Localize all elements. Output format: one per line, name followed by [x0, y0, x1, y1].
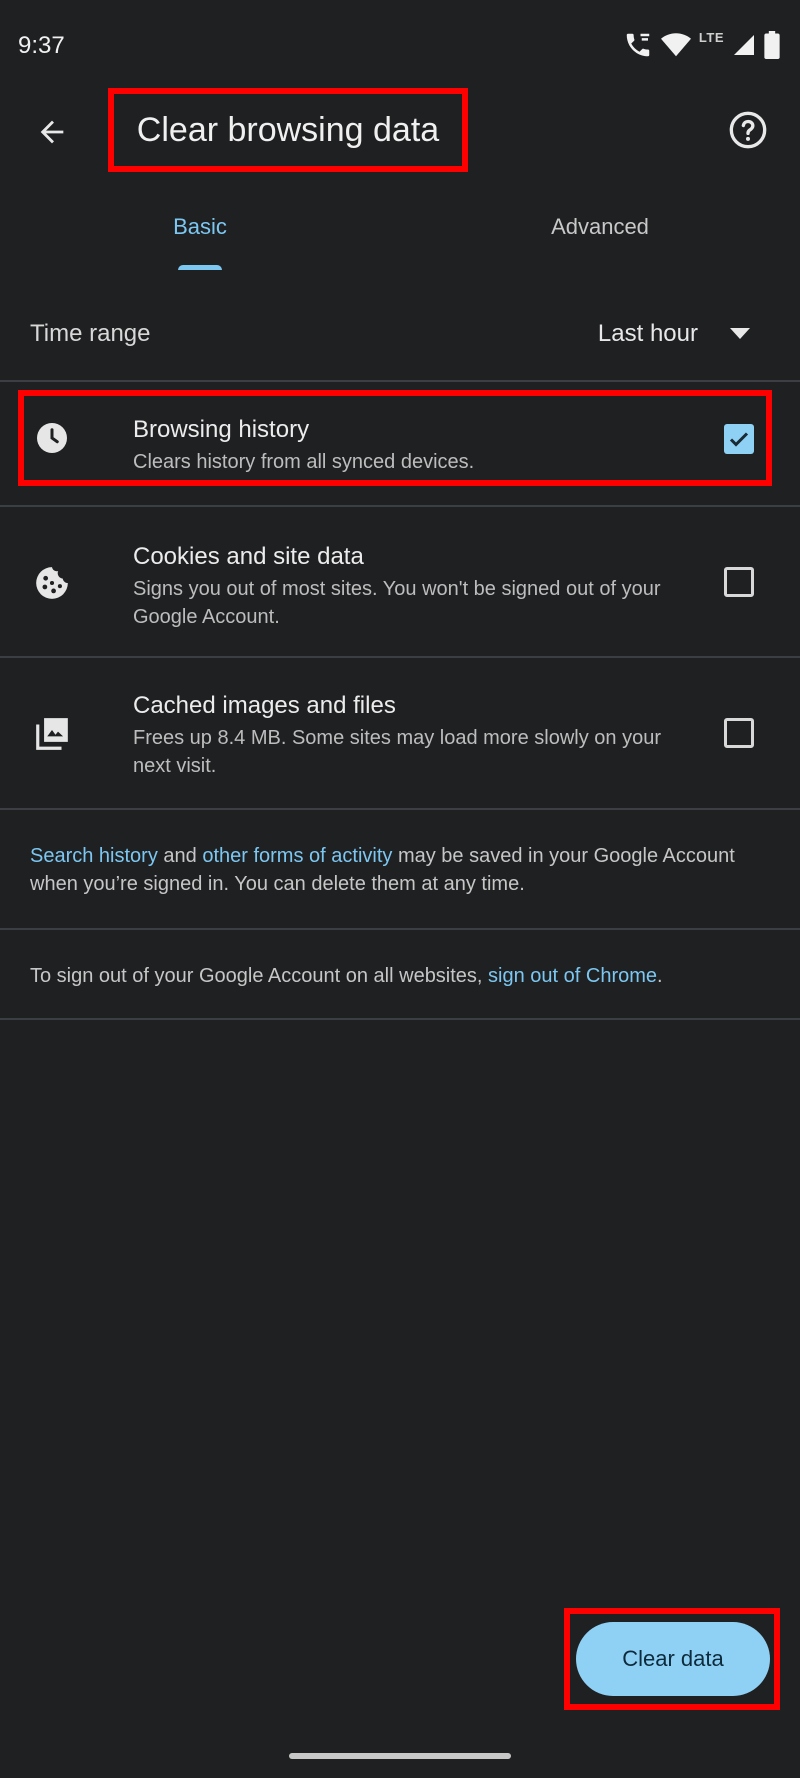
other-activity-link[interactable]: other forms of activity — [202, 845, 392, 867]
title-highlight-box: Clear browsing data — [108, 88, 468, 172]
browsing-history-checkbox[interactable] — [724, 424, 754, 454]
option-subtitle: Frees up 8.4 MB. Some sites may load mor… — [133, 727, 661, 777]
wifi-icon — [660, 31, 691, 59]
time-range-row: Time range Last hour — [0, 290, 800, 380]
images-icon — [32, 714, 72, 754]
info-text: and — [157, 845, 203, 867]
tab-basic-label: Basic — [173, 214, 227, 239]
page-title: Clear browsing data — [136, 110, 440, 149]
home-indicator[interactable] — [289, 1753, 511, 1759]
checkmark-icon — [729, 432, 749, 447]
tab-bar: Basic Advanced — [0, 198, 800, 270]
divider — [0, 808, 800, 810]
activity-info-text: Search history and other forms of activi… — [30, 842, 770, 898]
option-title: Browsing history — [133, 416, 310, 443]
top-app-bar: Clear browsing data — [0, 88, 800, 178]
wifi-calling-icon — [623, 30, 653, 60]
time-range-dropdown[interactable]: Last hour — [598, 320, 750, 348]
cookies-checkbox[interactable] — [724, 567, 754, 597]
option-subtitle: Signs you out of most sites. You won't b… — [133, 578, 661, 628]
help-button[interactable] — [726, 108, 770, 152]
info-text: To sign out of your Google Account on al… — [30, 965, 489, 987]
divider — [0, 380, 800, 382]
back-button[interactable] — [30, 110, 74, 154]
sign-out-chrome-link[interactable]: sign out of Chrome — [488, 965, 657, 987]
tab-active-indicator — [178, 265, 222, 270]
dropdown-arrow-icon — [730, 328, 750, 339]
battery-icon — [764, 31, 780, 59]
tab-advanced-label: Advanced — [551, 214, 649, 239]
status-bar: 9:37 LTE — [0, 0, 800, 92]
back-arrow-icon — [40, 120, 64, 144]
option-cached-images[interactable]: Cached images and files Frees up 8.4 MB.… — [0, 658, 800, 808]
clock-icon — [32, 418, 72, 458]
divider — [0, 928, 800, 930]
search-history-link[interactable]: Search history — [30, 845, 158, 867]
option-title: Cached images and files — [133, 692, 396, 719]
cached-images-checkbox[interactable] — [724, 718, 754, 748]
help-icon — [729, 111, 767, 149]
clear-data-button[interactable]: Clear data — [576, 1622, 770, 1696]
option-subtitle: Clears history from all synced devices. — [133, 451, 475, 473]
option-browsing-history[interactable]: Browsing history Clears history from all… — [0, 390, 800, 486]
divider — [0, 1018, 800, 1020]
tab-basic[interactable]: Basic — [0, 198, 400, 270]
cookie-icon — [32, 563, 72, 603]
time-range-value: Last hour — [597, 320, 698, 347]
cell-signal-icon — [732, 32, 756, 58]
info-text: . — [657, 965, 663, 987]
network-type-label: LTE — [698, 29, 724, 45]
status-icons: LTE — [623, 30, 780, 60]
signout-info-text: To sign out of your Google Account on al… — [30, 962, 770, 990]
option-title: Cookies and site data — [133, 543, 364, 570]
screen: 9:37 LTE Clear browsing data Basic Advan… — [0, 0, 800, 1778]
time-range-label: Time range — [30, 320, 151, 347]
tab-advanced[interactable]: Advanced — [400, 198, 800, 270]
option-cookies[interactable]: Cookies and site data Signs you out of m… — [0, 507, 800, 655]
status-time: 9:37 — [18, 32, 65, 59]
